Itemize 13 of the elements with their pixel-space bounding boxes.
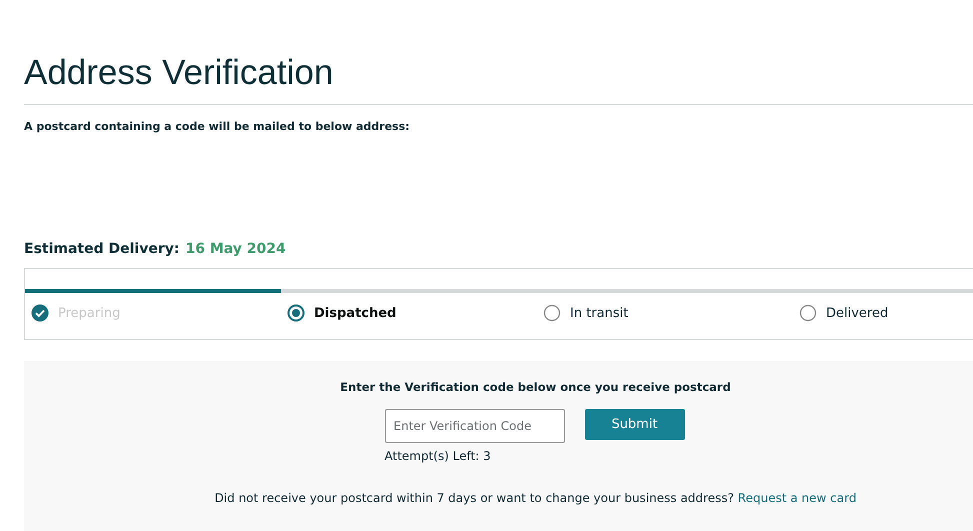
delivery-label: Estimated Delivery: bbox=[24, 241, 180, 257]
help-text: Did not receive your postcard within 7 days or want to change your business address? Request a new card bbox=[214, 491, 856, 505]
step-label: Dispatched bbox=[314, 306, 396, 320]
step-label: Delivered bbox=[826, 306, 888, 320]
notice-text: A postcard containing a code will be mailed to below address: bbox=[24, 120, 411, 134]
step-label: In transit bbox=[570, 306, 628, 320]
code-input-field[interactable]: Enter Verification Code bbox=[384, 409, 564, 443]
page-title: Address Verification bbox=[24, 52, 334, 94]
delivery-date: 16 May 2024 bbox=[185, 241, 286, 257]
verification-heading: Enter the Verification code below once you receive postcard bbox=[340, 380, 731, 394]
submit-button[interactable]: Submit bbox=[584, 409, 684, 440]
attempts-text: Attempt(s) Left: 3 bbox=[384, 449, 492, 463]
request-card-link[interactable]: Request a new card bbox=[738, 491, 856, 505]
